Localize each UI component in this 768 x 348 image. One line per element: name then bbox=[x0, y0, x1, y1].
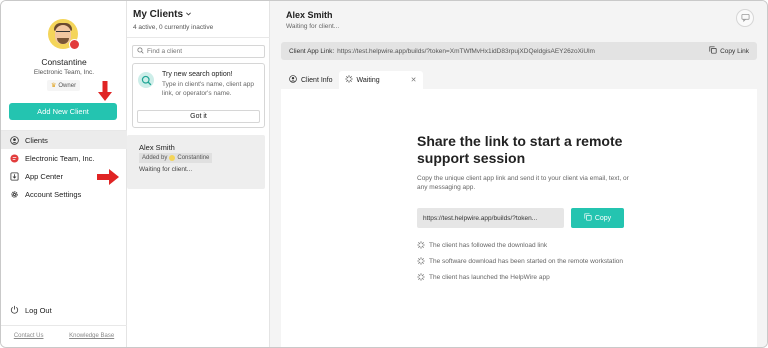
person-circle-icon bbox=[289, 75, 297, 85]
add-new-client-button[interactable]: Add New Client bbox=[9, 103, 117, 120]
copy-link-label: Copy Link bbox=[720, 47, 749, 55]
user-org: Electronic Team, Inc. bbox=[33, 69, 95, 76]
copy-link-button[interactable]: Copy Link bbox=[709, 46, 749, 56]
tab-label: Client Info bbox=[301, 76, 333, 84]
client-search[interactable] bbox=[132, 45, 265, 58]
step-item: The client has launched the HelpWire app bbox=[417, 273, 627, 284]
chat-button[interactable] bbox=[736, 9, 754, 27]
tip-title: Try new search option! bbox=[162, 71, 233, 78]
sidebar-item-organization[interactable]: Electronic Team, Inc. bbox=[1, 149, 127, 167]
search-tip-icon bbox=[138, 72, 154, 88]
user-name: Constantine bbox=[41, 57, 87, 67]
copy-icon bbox=[709, 46, 717, 56]
share-title: Share the link to start a remote support… bbox=[417, 133, 623, 166]
client-subtitle: Waiting for client... bbox=[286, 23, 340, 30]
client-name: Alex Smith bbox=[139, 143, 175, 152]
detail-tabs: Client Info Waiting ✕ bbox=[283, 71, 423, 89]
sidebar-nav: Clients Electronic Team, Inc. App Center… bbox=[1, 130, 127, 203]
link-url[interactable]: https://test.helpwire.app/builds/?token=… bbox=[337, 48, 595, 55]
tab-client-info[interactable]: Client Info bbox=[283, 71, 339, 89]
role-badge: ♛ Owner bbox=[47, 80, 81, 91]
step-item: The client has followed the download lin… bbox=[417, 241, 627, 252]
logout-label: Log Out bbox=[25, 306, 52, 315]
clients-title-label: My Clients bbox=[133, 9, 184, 20]
knowledge-base-link[interactable]: Knowledge Base bbox=[69, 333, 114, 339]
waiting-panel: Share the link to start a remote support… bbox=[281, 89, 757, 347]
org-logo-icon bbox=[10, 153, 19, 163]
client-status: Waiting for client... bbox=[139, 166, 193, 173]
crown-icon: ♛ bbox=[51, 83, 57, 89]
client-detail: Alex Smith Waiting for client... Client … bbox=[270, 1, 767, 347]
added-by-badge: Added by Constantine bbox=[139, 153, 213, 163]
operator-avatar-icon bbox=[169, 155, 176, 161]
user-avatar[interactable] bbox=[48, 19, 80, 50]
annotation-arrow-down-icon bbox=[98, 81, 112, 101]
org-badge-icon bbox=[69, 39, 80, 50]
added-by-name: Constantine bbox=[177, 155, 210, 161]
tip-text: Type in client's name, client app link, … bbox=[162, 81, 254, 97]
sidebar-item-label: Clients bbox=[25, 135, 48, 145]
spinner-icon bbox=[417, 273, 425, 284]
tab-waiting[interactable]: Waiting ✕ bbox=[338, 71, 423, 89]
share-description: Copy the unique client app link and send… bbox=[417, 175, 629, 191]
person-circle-icon bbox=[10, 135, 19, 145]
step-label: The client has followed the download lin… bbox=[429, 242, 548, 249]
search-tip-card: Try new search option! Type in client's … bbox=[132, 63, 265, 128]
client-link-field[interactable]: https://test.helpwire.app/builds/?token.… bbox=[417, 208, 564, 228]
footer-links: Contact Us Knowledge Base bbox=[1, 325, 127, 339]
clients-panel: My Clients 4 active, 0 currently inactiv… bbox=[127, 1, 270, 347]
clients-count: 4 active, 0 currently inactive bbox=[133, 24, 214, 31]
step-item: The software download has been started o… bbox=[417, 257, 627, 268]
power-icon bbox=[10, 305, 19, 316]
sidebar-item-label: Account Settings bbox=[25, 189, 82, 199]
sidebar-item-label: Electronic Team, Inc. bbox=[25, 153, 95, 163]
sidebar-item-label: App Center bbox=[25, 171, 63, 181]
search-icon bbox=[137, 47, 144, 56]
copy-button-label: Copy bbox=[594, 214, 612, 222]
copy-button[interactable]: Copy bbox=[571, 208, 624, 228]
step-label: The software download has been started o… bbox=[429, 258, 624, 265]
clients-panel-title[interactable]: My Clients bbox=[133, 9, 192, 20]
step-label: The client has launched the HelpWire app bbox=[429, 274, 550, 281]
link-label: Client App Link: bbox=[289, 47, 335, 55]
search-input[interactable] bbox=[147, 48, 257, 55]
spinner-icon bbox=[344, 75, 353, 85]
tab-label: Waiting bbox=[356, 76, 380, 84]
sidebar-item-account-settings[interactable]: Account Settings bbox=[1, 185, 127, 203]
client-list-item[interactable]: Alex Smith Added by Constantine Waiting … bbox=[127, 135, 265, 189]
spinner-icon bbox=[417, 257, 425, 268]
sidebar-item-clients[interactable]: Clients bbox=[1, 131, 127, 149]
spinner-icon bbox=[417, 241, 425, 252]
close-icon[interactable]: ✕ bbox=[411, 76, 417, 84]
got-it-button[interactable]: Got it bbox=[137, 110, 260, 123]
contact-us-link[interactable]: Contact Us bbox=[14, 333, 44, 339]
download-box-icon bbox=[10, 171, 19, 181]
added-by-label: Added by bbox=[142, 155, 168, 161]
progress-steps: The client has followed the download lin… bbox=[417, 241, 627, 289]
client-title: Alex Smith bbox=[286, 10, 333, 20]
chat-bubble-icon bbox=[740, 13, 750, 24]
divider bbox=[127, 37, 270, 38]
gear-icon bbox=[10, 190, 19, 199]
copy-icon bbox=[584, 213, 592, 223]
role-label: Owner bbox=[58, 82, 77, 89]
client-app-link-bar: Client App Link: https://test.helpwire.a… bbox=[281, 42, 757, 60]
app-window: Constantine Electronic Team, Inc. ♛ Owne… bbox=[0, 0, 768, 348]
chevron-down-icon bbox=[185, 9, 192, 20]
annotation-arrow-right-icon bbox=[97, 169, 119, 185]
logout-button[interactable]: Log Out bbox=[10, 305, 52, 316]
